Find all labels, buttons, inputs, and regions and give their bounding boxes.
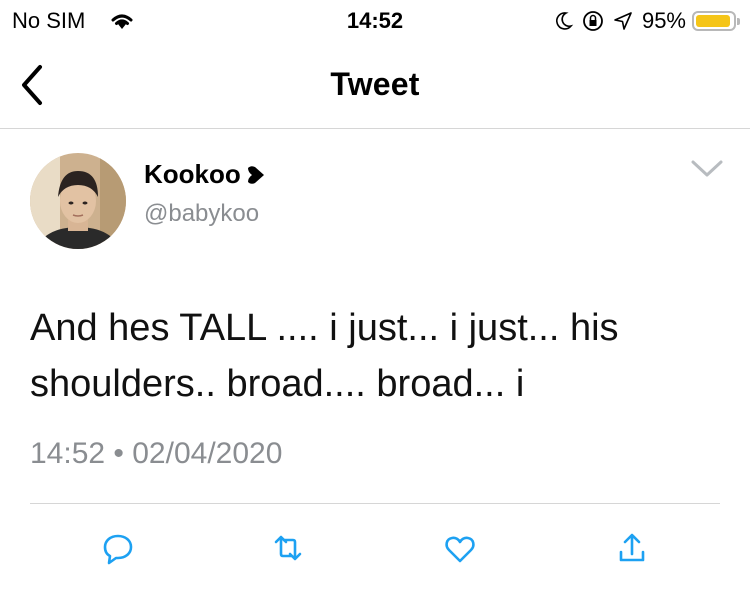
retweet-button[interactable] (268, 528, 308, 568)
share-icon (619, 533, 645, 562)
page-title: Tweet (330, 66, 420, 102)
status-bar: No SIM 14:52 95% (0, 0, 750, 42)
battery-fill (696, 15, 730, 27)
tweet-timestamp: 14:52 • 02/04/2020 (30, 437, 283, 470)
moon-icon (555, 12, 574, 30)
retweet-icon (274, 535, 302, 561)
like-button[interactable] (440, 528, 480, 568)
tweet-text-line: shoulders.. broad.... broad... i (30, 363, 525, 405)
battery-icon (692, 11, 740, 31)
battery-tip (737, 18, 740, 25)
avatar[interactable] (30, 153, 126, 249)
reply-icon (103, 534, 133, 565)
status-right-group: 95% (552, 6, 740, 36)
heart-icon (247, 165, 264, 184)
location-icon (614, 12, 632, 30)
tweet-actions (0, 520, 750, 576)
tweet-text: And hes TALL .... i just... i just... hi… (30, 300, 720, 412)
author-handle[interactable]: @babykoo (144, 200, 259, 228)
divider (30, 503, 720, 504)
author-name-text: Kookoo (144, 159, 241, 189)
chevron-down-icon[interactable] (690, 158, 724, 180)
battery-percent: 95% (641, 8, 686, 33)
tweet-detail-screen: No SIM 14:52 95% Tweet Kookoo @babykoo A… (0, 0, 750, 591)
tweet-text-line: And hes TALL .... i just... i just... hi… (30, 307, 619, 349)
share-button[interactable] (612, 528, 652, 568)
navigation-bar: Tweet (0, 42, 750, 129)
reply-button[interactable] (98, 528, 138, 568)
rotation-lock-icon (583, 11, 603, 31)
like-icon (445, 536, 475, 563)
author-name[interactable]: Kookoo (144, 159, 267, 190)
avatar-image (30, 153, 126, 249)
